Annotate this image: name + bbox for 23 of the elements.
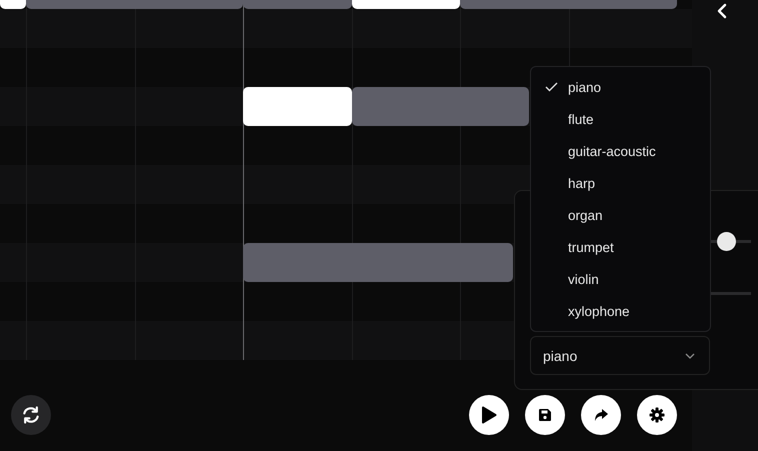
slider-thumb[interactable]	[717, 232, 736, 251]
select-value: piano	[543, 348, 578, 364]
play-button[interactable]	[469, 395, 509, 435]
note-block[interactable]	[0, 0, 26, 9]
settings-button[interactable]	[637, 395, 677, 435]
menu-item[interactable]: xylophone	[531, 295, 710, 327]
menu-item[interactable]: harp	[531, 167, 710, 199]
menu-item[interactable]: trumpet	[531, 231, 710, 263]
refresh-icon	[21, 405, 41, 425]
menu-item[interactable]: piano	[531, 71, 710, 103]
redo-button[interactable]	[581, 395, 621, 435]
menu-item[interactable]: flute	[531, 103, 710, 135]
play-icon	[481, 406, 497, 424]
menu-item[interactable]: organ	[531, 199, 710, 231]
refresh-button[interactable]	[11, 395, 51, 435]
save-button[interactable]	[525, 395, 565, 435]
instrument-select[interactable]: piano	[530, 336, 710, 375]
curved-arrow-icon	[593, 408, 609, 422]
menu-item[interactable]: violin	[531, 263, 710, 295]
menu-item[interactable]: guitar-acoustic	[531, 135, 710, 167]
collapse-icon[interactable]	[717, 3, 727, 19]
chevron-down-icon	[685, 352, 695, 358]
settings-icon	[649, 407, 665, 423]
